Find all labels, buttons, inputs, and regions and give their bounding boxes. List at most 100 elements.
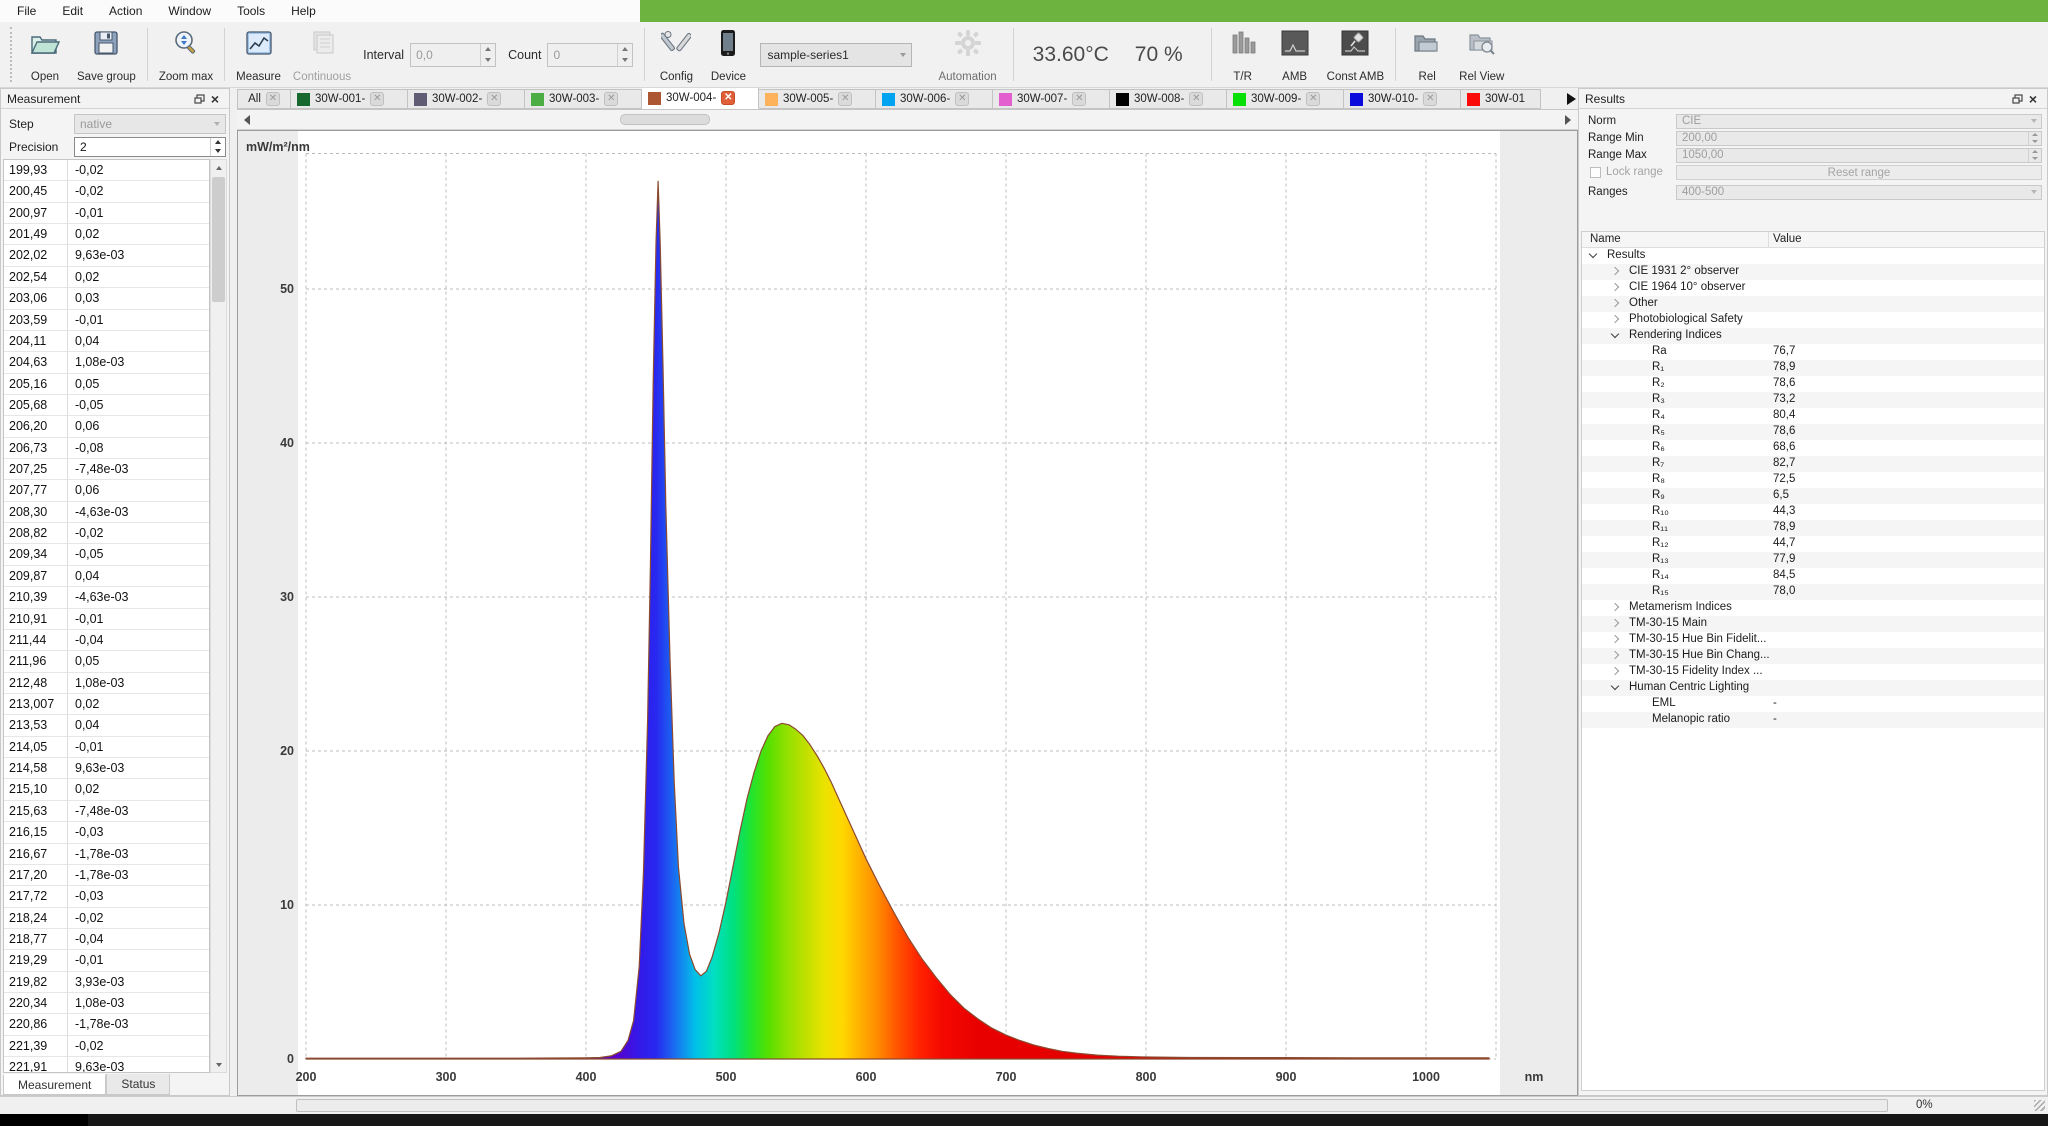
- table-row[interactable]: 206,73-0,08: [4, 438, 209, 459]
- table-row[interactable]: 210,39-4,63e-03: [4, 587, 209, 608]
- tree-row[interactable]: Other: [1582, 296, 2044, 312]
- tree-row[interactable]: Rendering Indices: [1582, 328, 2044, 344]
- spectrum-chart-svg[interactable]: 010203040502003004005006007008009001000n…: [238, 131, 1577, 1095]
- table-row[interactable]: 217,72-0,03: [4, 886, 209, 907]
- chevron-right-icon[interactable]: [1611, 619, 1619, 627]
- table-row[interactable]: 217,20-1,78e-03: [4, 865, 209, 886]
- float-panel-icon[interactable]: [191, 92, 207, 106]
- table-row[interactable]: 213,530,04: [4, 715, 209, 736]
- tab-close-icon[interactable]: ✕: [370, 92, 384, 106]
- menu-item-window[interactable]: Window: [155, 0, 224, 22]
- continuous-button[interactable]: Continuous: [287, 24, 357, 85]
- table-row[interactable]: 220,341,08e-03: [4, 993, 209, 1014]
- rel-view-button[interactable]: Rel View: [1453, 24, 1510, 85]
- menu-item-action[interactable]: Action: [96, 0, 155, 22]
- tree-row[interactable]: Human Centric Lighting: [1582, 680, 2044, 696]
- tree-row[interactable]: R₁₂44,7: [1582, 536, 2044, 552]
- table-row[interactable]: 207,25-7,48e-03: [4, 459, 209, 480]
- tree-row[interactable]: R₈72,5: [1582, 472, 2044, 488]
- const-amb-button[interactable]: Const AMB: [1321, 24, 1391, 85]
- range-min-spin-arrows[interactable]: [2028, 132, 2041, 145]
- tree-row[interactable]: Photobiological Safety: [1582, 312, 2044, 328]
- table-row[interactable]: 211,960,05: [4, 651, 209, 672]
- chevron-right-icon[interactable]: [1611, 283, 1619, 291]
- tree-row[interactable]: R₁78,9: [1582, 360, 2044, 376]
- measurement-table-scrollbar[interactable]: [210, 159, 227, 1073]
- table-row[interactable]: 205,68-0,05: [4, 395, 209, 416]
- table-row[interactable]: 204,110,04: [4, 331, 209, 352]
- table-row[interactable]: 204,631,08e-03: [4, 352, 209, 373]
- table-row[interactable]: 214,05-0,01: [4, 737, 209, 758]
- menu-item-help[interactable]: Help: [278, 0, 329, 22]
- resize-grip[interactable]: [2034, 1100, 2045, 1111]
- precision-spinbox[interactable]: 2: [74, 137, 226, 157]
- table-row[interactable]: 203,59-0,01: [4, 310, 209, 331]
- chevron-right-icon[interactable]: [1611, 651, 1619, 659]
- table-row[interactable]: 210,91-0,01: [4, 609, 209, 630]
- table-row[interactable]: 218,77-0,04: [4, 929, 209, 950]
- tree-row[interactable]: R₁₁78,9: [1582, 520, 2044, 536]
- table-row[interactable]: 215,63-7,48e-03: [4, 801, 209, 822]
- table-row[interactable]: 209,870,04: [4, 566, 209, 587]
- range-min-spinbox[interactable]: 200,00: [1676, 131, 2042, 146]
- scroll-right-arrow-icon[interactable]: [1560, 112, 1576, 128]
- close-panel-icon[interactable]: ×: [207, 92, 223, 106]
- table-row[interactable]: 206,200,06: [4, 416, 209, 437]
- table-row[interactable]: 207,770,06: [4, 480, 209, 501]
- menu-item-tools[interactable]: Tools: [224, 0, 278, 22]
- tab-close-icon[interactable]: ✕: [487, 92, 501, 106]
- menu-item-edit[interactable]: Edit: [49, 0, 96, 22]
- tab-close-icon[interactable]: ✕: [1072, 92, 1086, 106]
- table-row[interactable]: 220,86-1,78e-03: [4, 1014, 209, 1035]
- table-row[interactable]: 208,82-0,02: [4, 523, 209, 544]
- chevron-right-icon[interactable]: [1611, 667, 1619, 675]
- tree-row[interactable]: TM-30-15 Hue Bin Fidelit...: [1582, 632, 2044, 648]
- measure-button[interactable]: Measure: [230, 24, 287, 85]
- tab-close-icon[interactable]: ✕: [955, 92, 969, 106]
- table-row[interactable]: 218,24-0,02: [4, 908, 209, 929]
- tree-row[interactable]: TM-30-15 Main: [1582, 616, 2044, 632]
- tab-scroll-indicator-icon[interactable]: [1567, 93, 1576, 105]
- tree-row[interactable]: CIE 1964 10° observer: [1582, 280, 2044, 296]
- chart-tab-30w-003-[interactable]: 30W-003-✕: [525, 89, 642, 109]
- interval-spin-arrows[interactable]: [480, 44, 495, 66]
- interval-spinbox[interactable]: 0,0: [410, 43, 496, 67]
- table-row[interactable]: 211,44-0,04: [4, 630, 209, 651]
- table-row[interactable]: 216,15-0,03: [4, 822, 209, 843]
- table-row[interactable]: 219,823,93e-03: [4, 972, 209, 993]
- tree-row[interactable]: R₇82,7: [1582, 456, 2044, 472]
- chart-tab-30w-009-[interactable]: 30W-009-✕: [1227, 89, 1344, 109]
- table-row[interactable]: 202,540,02: [4, 267, 209, 288]
- chart-tab-30w-010-[interactable]: 30W-010-✕: [1344, 89, 1461, 109]
- chart-tab-30w-005-[interactable]: 30W-005-✕: [759, 89, 876, 109]
- tree-row[interactable]: Ra76,7: [1582, 344, 2044, 360]
- table-row[interactable]: 200,97-0,01: [4, 203, 209, 224]
- chart-hscrollbar[interactable]: [237, 110, 1578, 130]
- tree-row[interactable]: TM-30-15 Fidelity Index ...: [1582, 664, 2044, 680]
- bottom-tab-measurement[interactable]: Measurement: [3, 1074, 106, 1095]
- zoom-max-button[interactable]: Zoom max: [153, 24, 219, 85]
- chart-tab-30w-008-[interactable]: 30W-008-✕: [1110, 89, 1227, 109]
- menu-item-file[interactable]: File: [4, 0, 49, 22]
- tab-close-icon[interactable]: ✕: [721, 91, 735, 105]
- chevron-down-icon[interactable]: [1611, 330, 1619, 338]
- tr-button[interactable]: T/R: [1217, 24, 1269, 85]
- count-spin-arrows[interactable]: [617, 44, 632, 66]
- close-panel-icon[interactable]: ×: [2025, 92, 2041, 106]
- chart-tab-30w-01[interactable]: 30W-01: [1461, 89, 1541, 109]
- tree-row[interactable]: CIE 1931 2° observer: [1582, 264, 2044, 280]
- chevron-right-icon[interactable]: [1611, 603, 1619, 611]
- chevron-down-icon[interactable]: [1611, 682, 1619, 690]
- scroll-down-arrow-icon[interactable]: [211, 1057, 226, 1072]
- tree-row[interactable]: R₁₅78,0: [1582, 584, 2044, 600]
- device-button[interactable]: Device: [702, 24, 754, 85]
- tree-row[interactable]: TM-30-15 Hue Bin Chang...: [1582, 648, 2044, 664]
- table-row[interactable]: 221,919,63e-03: [4, 1057, 209, 1073]
- tree-row[interactable]: R₁₃77,9: [1582, 552, 2044, 568]
- table-row[interactable]: 208,30-4,63e-03: [4, 502, 209, 523]
- table-row[interactable]: 215,100,02: [4, 779, 209, 800]
- tab-close-icon[interactable]: ✕: [266, 92, 280, 106]
- table-row[interactable]: 203,060,03: [4, 288, 209, 309]
- tree-row[interactable]: Results: [1582, 248, 2044, 264]
- chevron-right-icon[interactable]: [1611, 267, 1619, 275]
